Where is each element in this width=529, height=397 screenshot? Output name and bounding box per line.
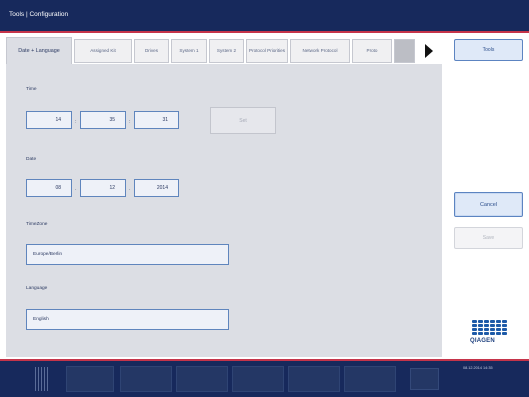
tools-button[interactable]: Tools [454, 39, 523, 61]
qiagen-logo: QIAGEN [470, 320, 510, 352]
set-time-button[interactable]: Set [210, 107, 276, 134]
time-separator: : [129, 119, 131, 125]
status-cell [288, 366, 340, 392]
time-label: Time [26, 87, 37, 92]
logo-dots-icon [472, 320, 510, 335]
title-bar: Tools | Configuration [0, 0, 529, 31]
status-cell [120, 366, 172, 392]
tab-drives[interactable]: Drives [134, 39, 169, 63]
language-label: Language [26, 286, 48, 291]
save-button[interactable]: Save [454, 227, 523, 249]
configuration-panel: Time 14 : 35 : 31 Set Date 08 . 12 . 201… [6, 64, 442, 357]
status-indicator [410, 368, 439, 390]
timezone-label: TimeZone [26, 222, 48, 227]
status-cell [176, 366, 228, 392]
tab-system-1[interactable]: System 1 [171, 39, 207, 63]
tab-network-protocol[interactable]: Network Protocol [290, 39, 350, 63]
status-cell [66, 366, 114, 392]
tab-system-2[interactable]: System 2 [209, 39, 244, 63]
tab-overflow[interactable] [394, 39, 415, 63]
time-separator: : [75, 119, 77, 125]
status-key [445, 366, 463, 371]
tab-proto[interactable]: Proto [352, 39, 392, 63]
tab-assigned-kit[interactable]: Assigned Kit [74, 39, 132, 63]
day-field[interactable]: 08 [26, 179, 72, 197]
status-cell [344, 366, 396, 392]
tab-scroll-right-button[interactable] [417, 38, 441, 63]
tab-bar: Date + Language Assigned Kit Drives Syst… [6, 37, 442, 64]
status-info: 08.12.2014 14:35 [445, 366, 525, 392]
status-cell [232, 366, 284, 392]
date-label: Date [26, 157, 37, 162]
logo-text: QIAGEN [470, 338, 495, 344]
hour-field[interactable]: 14 [26, 111, 72, 129]
minute-field[interactable]: 35 [80, 111, 126, 129]
right-triangle-icon [425, 43, 433, 58]
window-title: Tools | Configuration [9, 11, 69, 18]
timezone-field[interactable]: Europe/Berlin [26, 244, 229, 265]
cancel-button[interactable]: Cancel [454, 192, 523, 217]
tab-protocol-priorities[interactable]: Protocol Priorities [246, 39, 288, 63]
tab-date-language[interactable]: Date + Language [6, 37, 72, 64]
date-separator: . [75, 186, 77, 192]
header-divider [0, 31, 529, 33]
language-field[interactable]: English [26, 309, 229, 330]
barcode-icon [35, 367, 48, 391]
month-field[interactable]: 12 [80, 179, 126, 197]
second-field[interactable]: 31 [134, 111, 179, 129]
date-separator: . [129, 186, 131, 192]
year-field[interactable]: 2014 [134, 179, 179, 197]
status-datetime: 08.12.2014 14:35 [463, 366, 493, 370]
